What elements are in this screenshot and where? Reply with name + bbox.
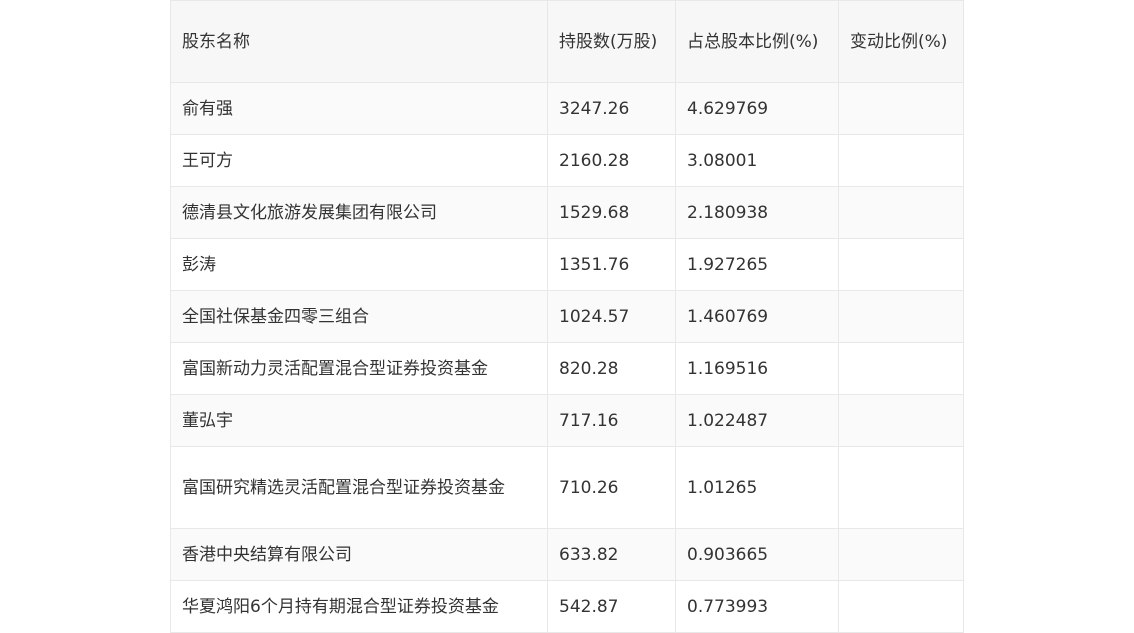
cell-name: 富国新动力灵活配置混合型证券投资基金 [170,342,548,395]
cell-name: 全国社保基金四零三组合 [170,290,548,343]
cell-change [838,528,964,581]
cell-name: 王可方 [170,134,548,187]
table-row: 德清县文化旅游发展集团有限公司 1529.68 2.180938 [170,186,964,239]
table-row: 彭涛 1351.76 1.927265 [170,238,964,291]
table-row: 王可方 2160.28 3.08001 [170,134,964,187]
cell-ratio: 0.903665 [675,528,839,581]
cell-shares: 1024.57 [547,290,676,343]
cell-name: 富国研究精选灵活配置混合型证券投资基金 [170,446,548,529]
table-row: 俞有强 3247.26 4.629769 [170,82,964,135]
cell-name: 俞有强 [170,82,548,135]
cell-change [838,580,964,633]
cell-change [838,290,964,343]
cell-shares: 633.82 [547,528,676,581]
cell-shares: 710.26 [547,446,676,529]
cell-ratio: 4.629769 [675,82,839,135]
cell-ratio: 1.169516 [675,342,839,395]
cell-change [838,82,964,135]
cell-change [838,446,964,529]
cell-ratio: 0.773993 [675,580,839,633]
table-row: 富国新动力灵活配置混合型证券投资基金 820.28 1.169516 [170,342,964,395]
cell-shares: 1529.68 [547,186,676,239]
cell-ratio: 1.927265 [675,238,839,291]
header-ratio: 占总股本比例(%) [675,0,839,83]
cell-name: 香港中央结算有限公司 [170,528,548,581]
cell-name: 德清县文化旅游发展集团有限公司 [170,186,548,239]
cell-change [838,186,964,239]
header-change: 变动比例(%) [838,0,964,83]
table-row: 富国研究精选灵活配置混合型证券投资基金 710.26 1.01265 [170,446,964,529]
cell-shares: 542.87 [547,580,676,633]
table-row: 全国社保基金四零三组合 1024.57 1.460769 [170,290,964,343]
table-row: 董弘宇 717.16 1.022487 [170,394,964,447]
cell-change [838,134,964,187]
cell-ratio: 1.022487 [675,394,839,447]
cell-change [838,342,964,395]
cell-shares: 2160.28 [547,134,676,187]
cell-name: 彭涛 [170,238,548,291]
shareholder-table-container: 股东名称 持股数(万股) 占总股本比例(%) 变动比例(%) 俞有强 3247.… [170,0,964,633]
cell-ratio: 2.180938 [675,186,839,239]
cell-shares: 1351.76 [547,238,676,291]
cell-ratio: 3.08001 [675,134,839,187]
cell-ratio: 1.01265 [675,446,839,529]
table-row: 香港中央结算有限公司 633.82 0.903665 [170,528,964,581]
header-shareholder-name: 股东名称 [170,0,548,83]
cell-ratio: 1.460769 [675,290,839,343]
cell-name: 董弘宇 [170,394,548,447]
cell-change [838,394,964,447]
table-row: 华夏鸿阳6个月持有期混合型证券投资基金 542.87 0.773993 [170,580,964,633]
shareholder-table: 股东名称 持股数(万股) 占总股本比例(%) 变动比例(%) 俞有强 3247.… [170,0,964,633]
cell-change [838,238,964,291]
cell-shares: 3247.26 [547,82,676,135]
table-header-row: 股东名称 持股数(万股) 占总股本比例(%) 变动比例(%) [170,0,964,83]
cell-shares: 717.16 [547,394,676,447]
cell-name: 华夏鸿阳6个月持有期混合型证券投资基金 [170,580,548,633]
cell-shares: 820.28 [547,342,676,395]
header-shares: 持股数(万股) [547,0,676,83]
